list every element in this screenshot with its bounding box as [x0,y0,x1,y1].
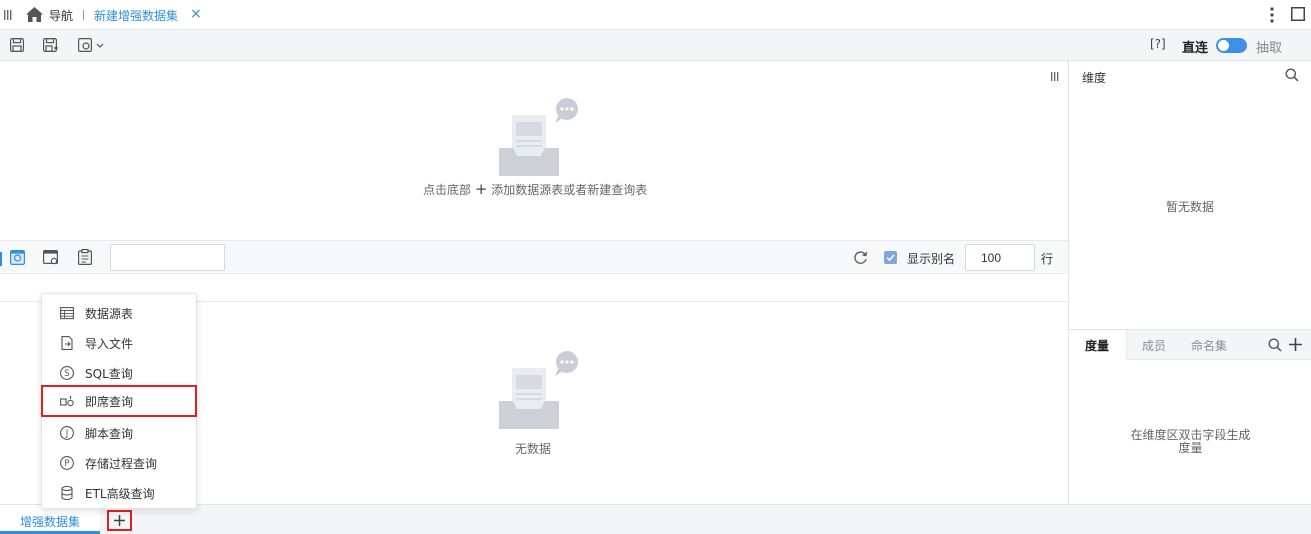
tab-members[interactable]: 成员 [1142,337,1166,354]
close-icon[interactable]: × [190,6,202,22]
preview-toolbar: 显示别名 行 [0,240,1069,274]
tab-measure-label: 度量 [1085,339,1110,353]
clipboard-icon[interactable] [78,249,92,265]
empty-inbox-icon [497,98,581,178]
menu-item-label: SQL查询 [85,367,133,381]
measure-empty-hint: 在维度区双击字段生成 度量 [1069,429,1311,455]
menu-item-label: 数据源表 [85,307,134,321]
toolbar: [?] 直连 抽取 [0,30,1311,61]
measure-search-icon[interactable] [1268,338,1282,352]
preview-empty-label: 无数据 [515,442,552,456]
menu-item-etl-query[interactable]: ETL高级查询 [42,478,196,508]
menu-item-datasource-table[interactable]: 数据源表 [42,298,196,328]
bottom-tab-bar: 增强数据集 [0,504,1311,534]
dimension-empty-label: 暂无数据 [1166,200,1215,214]
svg-text:J: J [65,429,69,439]
add-table-button[interactable] [107,510,132,531]
empty-hint-prefix: 点击底部 [423,183,472,197]
show-alias-checkbox[interactable] [884,251,897,264]
canvas-empty-hint: 点击底部 + 添加数据源表或者新建查询表 [423,180,647,198]
menu-item-label: 存储过程查询 [85,457,158,471]
row-count-input[interactable] [965,244,1035,271]
import-file-icon [59,335,75,351]
tab-navigation[interactable]: 导航 [49,7,73,24]
mode-toggle[interactable] [1216,38,1247,53]
relation-canvas[interactable]: 点击底部 + 添加数据源表或者新建查询表 [0,61,1069,240]
sql-query-icon: S [59,365,75,381]
script-query-icon: J [59,425,75,441]
direct-connect-label: 直连 [1182,41,1209,56]
add-measure-icon[interactable] [1289,338,1302,351]
dataset-settings-icon[interactable] [78,38,106,52]
refresh-icon[interactable] [853,250,868,265]
empty-hint-suffix: 添加数据源表或者新建查询表 [491,183,648,197]
measure-empty-line2: 度量 [1178,441,1203,455]
help-button[interactable]: [?] [1150,37,1166,51]
dimension-title: 维度 [1082,71,1107,85]
menu-item-script-query[interactable]: J 脚本查询 [42,418,196,448]
menu-item-label: 导入文件 [85,337,134,351]
svg-text:P: P [64,459,69,469]
field-panel: 维度 暂无数据 度量 成员 命名集 在维度区双击字段生成 度量 [1068,61,1311,504]
maximize-icon[interactable] [1291,7,1305,21]
table-settings-icon[interactable] [43,250,59,266]
menu-item-adhoc-query[interactable]: 即席查询 [41,385,197,417]
etl-query-icon [59,485,75,501]
menu-item-label: ETL高级查询 [85,487,155,501]
tab-bar: 导航 新建增强数据集 × [0,0,1311,30]
menu-item-sql-query[interactable]: S SQL查询 [42,358,196,388]
add-table-menu: 数据源表 导入文件 S SQL查询 即席查询 J 脚本查询 P 存储过程查询 E… [41,293,197,509]
data-preview-icon[interactable] [10,250,25,265]
preview-search-input[interactable] [110,244,225,271]
home-icon[interactable] [26,7,43,22]
tab-measure[interactable]: 度量 [1069,330,1127,360]
tab-named-sets[interactable]: 命名集 [1191,337,1227,354]
stored-procedure-icon: P [59,455,75,471]
table-icon [59,305,75,321]
toggle-knob [1218,40,1229,51]
menu-item-label: 即席查询 [85,395,134,409]
collapse-handle-icon[interactable] [1051,72,1059,81]
more-vertical-icon[interactable] [1270,6,1274,24]
grip-icon[interactable] [4,10,12,20]
adhoc-query-icon [59,393,75,409]
save-icon[interactable] [10,38,24,52]
tab-enhanced-dataset[interactable]: 增强数据集 [0,505,100,534]
menu-item-import-file[interactable]: 导入文件 [42,328,196,358]
tab-separator [83,10,84,20]
svg-text:S: S [64,369,69,379]
tab-enhanced-dataset-label: 增强数据集 [20,515,81,529]
extract-label: 抽取 [1256,41,1283,56]
row-unit-label: 行 [1041,252,1054,266]
save-as-icon[interactable] [43,38,59,53]
dimension-search-icon[interactable] [1285,68,1299,82]
menu-item-stored-procedure[interactable]: P 存储过程查询 [42,448,196,478]
menu-item-label: 脚本查询 [85,427,134,441]
show-alias-label: 显示别名 [907,252,956,266]
plus-glyph: + [474,180,488,198]
tab-new-dataset[interactable]: 新建增强数据集 [94,7,178,24]
empty-inbox-icon [497,351,581,431]
active-indicator [0,252,2,266]
measure-tab-bar: 度量 成员 命名集 [1069,330,1311,360]
